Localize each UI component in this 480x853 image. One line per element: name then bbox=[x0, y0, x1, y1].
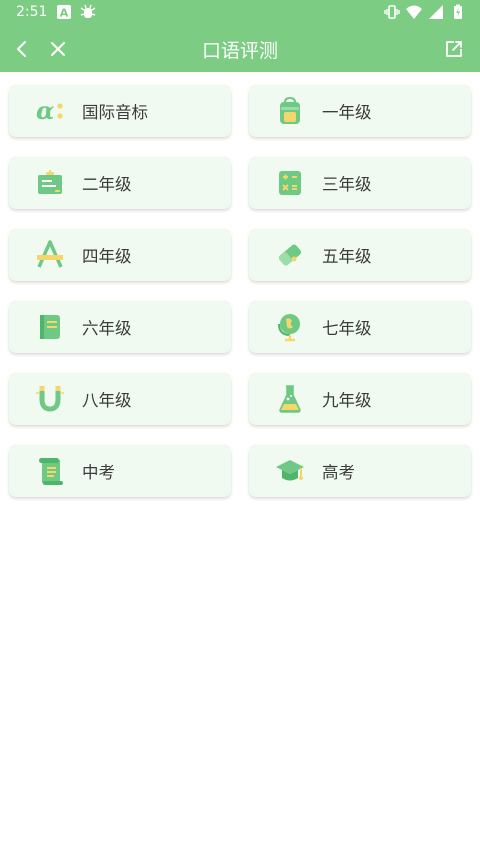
blackboard-icon bbox=[38, 170, 62, 194]
card-label: 三年级 bbox=[322, 175, 372, 194]
card-label: 九年级 bbox=[322, 391, 372, 410]
flask-icon bbox=[279, 385, 301, 413]
card-phonetics[interactable]: α 国际音标 bbox=[9, 85, 231, 137]
graduation-cap-icon bbox=[276, 460, 304, 481]
share-icon bbox=[446, 41, 462, 57]
notification-bug-icon bbox=[80, 4, 96, 18]
category-grid: α 国际音标 一年级 二年级 三年级 四年级 五年级 六年级 七年级 八年级 九… bbox=[9, 85, 471, 497]
close-icon bbox=[51, 42, 65, 56]
card-label: 一年级 bbox=[322, 103, 372, 122]
card-grade-7[interactable]: 七年级 bbox=[249, 301, 471, 353]
card-grade-2[interactable]: 二年级 bbox=[9, 157, 231, 209]
vibrate-icon bbox=[384, 5, 400, 19]
letter-a-icon bbox=[37, 240, 63, 268]
signal-icon bbox=[429, 5, 443, 19]
alpha-symbol-icon: α bbox=[36, 96, 63, 125]
battery-icon bbox=[454, 4, 462, 19]
status-bar: 2:51 A bbox=[0, 0, 480, 25]
magnet-icon bbox=[36, 386, 64, 412]
card-grade-3[interactable]: 三年级 bbox=[249, 157, 471, 209]
eraser-icon bbox=[278, 244, 302, 266]
a-icon: A bbox=[57, 5, 71, 20]
back-button[interactable] bbox=[8, 35, 36, 63]
notebook-icon bbox=[40, 315, 60, 339]
card-label: 五年级 bbox=[322, 247, 372, 266]
status-time: 2:51 bbox=[16, 4, 48, 20]
close-button[interactable] bbox=[44, 35, 72, 63]
share-button[interactable] bbox=[440, 35, 468, 63]
toolbar: 口语评测 bbox=[0, 25, 480, 72]
card-grade-5[interactable]: 五年级 bbox=[249, 229, 471, 281]
card-label: 七年级 bbox=[322, 319, 372, 338]
card-grade-8[interactable]: 八年级 bbox=[9, 373, 231, 425]
backpack-icon bbox=[280, 96, 300, 124]
wifi-icon bbox=[406, 5, 422, 19]
status-right-icons bbox=[384, 4, 466, 20]
card-label: 二年级 bbox=[82, 175, 132, 194]
card-label: 中考 bbox=[82, 463, 115, 482]
svg-text:A: A bbox=[60, 7, 69, 20]
card-label: 高考 bbox=[322, 463, 355, 482]
svg-text:α: α bbox=[36, 96, 54, 125]
scroll-icon bbox=[39, 458, 63, 485]
card-grade-4[interactable]: 四年级 bbox=[9, 229, 231, 281]
card-zhongkao[interactable]: 中考 bbox=[9, 445, 231, 497]
card-label: 国际音标 bbox=[82, 103, 148, 122]
calculator-icon bbox=[279, 171, 301, 195]
card-label: 六年级 bbox=[82, 319, 132, 338]
card-grade-9[interactable]: 九年级 bbox=[249, 373, 471, 425]
globe-icon bbox=[278, 314, 300, 342]
page-title: 口语评测 bbox=[201, 40, 278, 62]
chevron-left-icon bbox=[17, 41, 26, 57]
card-grade-6[interactable]: 六年级 bbox=[9, 301, 231, 353]
card-label: 四年级 bbox=[82, 247, 132, 266]
status-left-icons: A bbox=[56, 4, 96, 20]
card-gaokao[interactable]: 高考 bbox=[249, 445, 471, 497]
card-grade-1[interactable]: 一年级 bbox=[249, 85, 471, 137]
card-label: 八年级 bbox=[82, 391, 132, 410]
